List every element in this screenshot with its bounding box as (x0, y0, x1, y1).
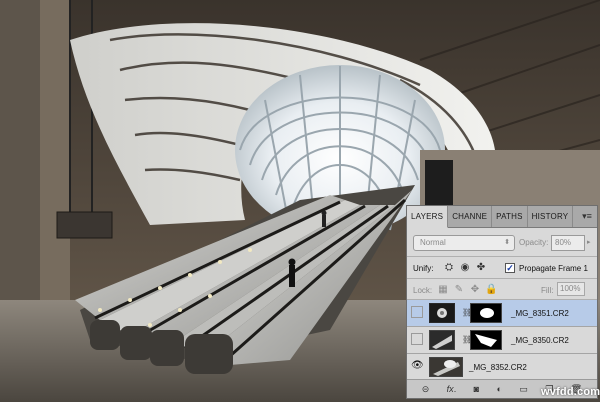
layer-row[interactable]: 👁 _MG_8352.CR2 (407, 354, 597, 381)
propagate-label: Propagate Frame 1 (519, 264, 588, 273)
unify-style-icon[interactable]: ✤ (475, 262, 487, 274)
layer-thumbnail (429, 330, 455, 350)
opacity-input[interactable]: 80% (551, 235, 585, 251)
fx-icon[interactable]: fx. (447, 384, 457, 394)
opacity-label: Opacity: (519, 238, 549, 247)
layer-name: _MG_8351.CR2 (511, 309, 569, 318)
layer-thumbnail (429, 357, 463, 377)
panel-menu-icon[interactable]: ▾≡ (580, 210, 594, 222)
blend-mode-value: Normal (420, 238, 446, 247)
lock-all-icon[interactable]: 🔒 (485, 284, 497, 296)
layer-name: _MG_8352.CR2 (469, 363, 527, 372)
divider (407, 278, 597, 279)
tab-channels[interactable]: CHANNE (448, 206, 493, 227)
layers-panel: LAYERS CHANNE PATHS HISTORY ▾≡ Normal ⬍ … (406, 205, 598, 399)
layer-name: _MG_8350.CR2 (511, 336, 569, 345)
layer-mask-thumbnail[interactable] (470, 330, 502, 350)
lock-paint-icon[interactable]: ✎ (453, 284, 465, 296)
layer-thumbnail (429, 303, 455, 323)
lock-move-icon[interactable]: ✥ (469, 284, 481, 296)
propagate-checkbox[interactable]: ✓ (505, 263, 515, 273)
tab-history[interactable]: HISTORY (528, 206, 574, 227)
chevron-updown-icon: ⬍ (504, 239, 510, 246)
link-icon[interactable]: ⊝ (422, 384, 430, 395)
unify-visibility-icon[interactable]: ◉ (459, 262, 471, 274)
eye-icon[interactable]: 👁 (411, 360, 424, 372)
lock-label: Lock: (413, 286, 433, 295)
tab-layers[interactable]: LAYERS (407, 206, 449, 228)
layer-mask-thumbnail[interactable] (470, 303, 502, 323)
watermark: wvfdd.com (541, 386, 600, 398)
layer-row[interactable]: ⛓ _MG_8351.CR2 (407, 300, 597, 327)
folder-icon[interactable]: ▭ (519, 384, 528, 395)
blend-mode-select[interactable]: Normal ⬍ (413, 235, 515, 251)
unify-label: Unify: (413, 264, 434, 273)
fill-input[interactable]: 100% (557, 282, 585, 296)
chevron-right-icon[interactable]: ▸ (587, 238, 591, 246)
divider (407, 256, 597, 257)
panel-tabs: LAYERS CHANNE PATHS HISTORY ▾≡ (407, 206, 597, 228)
unify-position-icon[interactable]: ⛭ (443, 262, 455, 274)
adjustment-icon[interactable]: ◐ (496, 384, 501, 394)
tab-paths[interactable]: PATHS (492, 206, 528, 227)
layer-row[interactable]: ⛓ _MG_8350.CR2 (407, 327, 597, 354)
fill-label: Fill: (541, 286, 554, 295)
visibility-toggle[interactable] (411, 306, 423, 318)
lock-transparency-icon[interactable]: ▦ (437, 284, 449, 296)
visibility-toggle[interactable] (411, 333, 423, 345)
mask-icon[interactable]: ◙ (474, 384, 479, 394)
